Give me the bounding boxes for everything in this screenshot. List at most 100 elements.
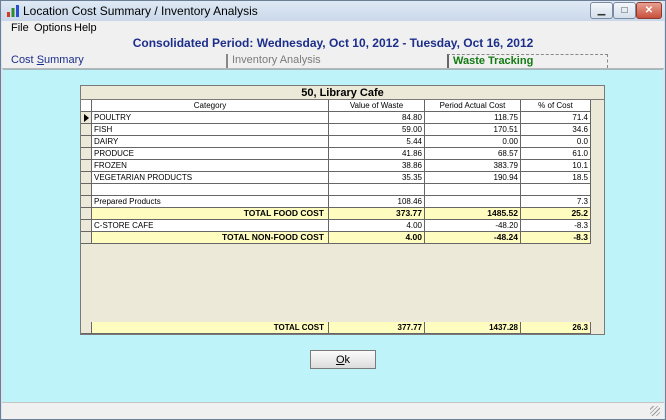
tab-cost-summary[interactable]: Cost Summary	[11, 54, 84, 68]
header-value-of-waste[interactable]: Value of Waste	[329, 100, 425, 112]
maximize-button[interactable]: □	[613, 2, 636, 19]
tab-cost-summary-prefix: Cost	[11, 54, 37, 66]
table-row[interactable]: POULTRY 84.80 118.75 71.4	[81, 112, 591, 124]
table-title: 50, Library Cafe	[81, 86, 604, 100]
row-pct: 7.3	[521, 196, 591, 208]
row-selector[interactable]	[81, 148, 92, 160]
table-row[interactable]: PRODUCE 41.86 68.57 61.0	[81, 148, 591, 160]
grand-total-waste: 377.77	[329, 322, 425, 334]
row-category: C-STORE CAFE	[92, 220, 329, 232]
row-actual: 68.57	[425, 148, 521, 160]
row-selector[interactable]	[81, 322, 92, 334]
row-category: FROZEN	[92, 160, 329, 172]
row-selector[interactable]	[81, 232, 92, 244]
period-label: Consolidated Period: Wednesday, Oct 10, …	[132, 36, 534, 50]
menu-options[interactable]: Options	[34, 22, 72, 34]
row-actual: 170.51	[425, 124, 521, 136]
content-area: 50, Library Cafe Category Value of Waste…	[3, 69, 663, 402]
menu-file[interactable]: File	[11, 22, 29, 34]
table-row[interactable]: DAIRY 5.44 0.00 0.0	[81, 136, 591, 148]
row-category: POULTRY	[92, 112, 329, 124]
period-header: Consolidated Period: Wednesday, Oct 10, …	[2, 35, 664, 53]
total-non-food-cost-row[interactable]: TOTAL NON-FOOD COST 4.00 -48.24 -8.3	[81, 232, 591, 244]
total-food-cost-row[interactable]: TOTAL FOOD COST 373.77 1485.52 25.2	[81, 208, 591, 220]
grand-total-actual: 1437.28	[425, 322, 521, 334]
table-row[interactable]: FISH 59.00 170.51 34.6	[81, 124, 591, 136]
row-selector[interactable]	[81, 208, 92, 220]
row-actual: 190.94	[425, 172, 521, 184]
grand-total-label: TOTAL COST	[92, 322, 329, 334]
row-waste	[329, 184, 425, 196]
row-waste: 373.77	[329, 208, 425, 220]
menu-bar: File Options Help	[2, 21, 664, 35]
row-waste: 5.44	[329, 136, 425, 148]
row-pct	[521, 184, 591, 196]
row-category: TOTAL FOOD COST	[92, 208, 329, 220]
tab-inventory-analysis[interactable]: Inventory Analysis	[226, 54, 321, 68]
ok-accel: O	[335, 354, 345, 366]
main-window: Location Cost Summary / Inventory Analys…	[0, 0, 666, 420]
row-selector[interactable]	[81, 160, 92, 172]
close-icon: ✕	[644, 5, 654, 16]
row-actual: 118.75	[425, 112, 521, 124]
row-waste: 59.00	[329, 124, 425, 136]
row-actual: 0.00	[425, 136, 521, 148]
header-pct-of-cost[interactable]: % of Cost	[521, 100, 591, 112]
grand-total-row[interactable]: TOTAL COST 377.77 1437.28 26.3	[81, 322, 591, 334]
row-category: DAIRY	[92, 136, 329, 148]
tab-waste-tracking[interactable]: Waste Tracking	[447, 54, 609, 68]
row-pct: 71.4	[521, 112, 591, 124]
title-bar[interactable]: Location Cost Summary / Inventory Analys…	[1, 1, 665, 21]
maximize-icon: □	[621, 5, 628, 16]
ok-button[interactable]: Ok	[310, 350, 376, 369]
row-pct: -8.3	[521, 232, 591, 244]
row-category	[92, 184, 329, 196]
row-selector[interactable]	[81, 172, 92, 184]
row-actual	[425, 184, 521, 196]
header-period-actual-cost[interactable]: Period Actual Cost	[425, 100, 521, 112]
close-button[interactable]: ✕	[636, 2, 662, 19]
row-category: Prepared Products	[92, 196, 329, 208]
table-row[interactable]: VEGETARIAN PRODUCTS 35.35 190.94 18.5	[81, 172, 591, 184]
tab-bar: Cost Summary Inventory Analysis Waste Tr…	[2, 53, 664, 69]
header-row-selector	[81, 100, 92, 112]
row-pct: 18.5	[521, 172, 591, 184]
row-selector[interactable]	[81, 196, 92, 208]
row-pct: -8.3	[521, 220, 591, 232]
row-category: PRODUCE	[92, 148, 329, 160]
tab-cost-summary-suffix: ummary	[44, 54, 84, 66]
resize-grip-icon[interactable]	[650, 406, 660, 416]
row-actual: -48.20	[425, 220, 521, 232]
waste-table: 50, Library Cafe Category Value of Waste…	[80, 85, 605, 335]
app-icon	[7, 5, 19, 17]
grand-total-pct: 26.3	[521, 322, 591, 334]
table-row[interactable]: FROZEN 38.86 383.79 10.1	[81, 160, 591, 172]
header-category[interactable]: Category	[92, 100, 329, 112]
ok-rest: k	[344, 354, 351, 366]
row-category: VEGETARIAN PRODUCTS	[92, 172, 329, 184]
row-selector[interactable]	[81, 220, 92, 232]
row-waste: 4.00	[329, 220, 425, 232]
row-pct: 34.6	[521, 124, 591, 136]
table-row[interactable]: C-STORE CAFE 4.00 -48.20 -8.3	[81, 220, 591, 232]
row-actual	[425, 196, 521, 208]
row-selector[interactable]	[81, 124, 92, 136]
tab-cost-summary-accel: S	[36, 54, 45, 66]
row-waste: 35.35	[329, 172, 425, 184]
row-selector[interactable]	[81, 184, 92, 196]
window-title: Location Cost Summary / Inventory Analys…	[23, 4, 258, 18]
menu-help[interactable]: Help	[74, 22, 97, 34]
table-row-blank[interactable]	[81, 184, 591, 196]
row-waste: 84.80	[329, 112, 425, 124]
current-row-pointer-icon	[84, 114, 89, 122]
minimize-button[interactable]: ▁	[590, 2, 613, 19]
row-waste: 41.86	[329, 148, 425, 160]
row-pct: 10.1	[521, 160, 591, 172]
row-waste: 108.46	[329, 196, 425, 208]
row-category: FISH	[92, 124, 329, 136]
row-selector[interactable]	[81, 136, 92, 148]
table-row[interactable]: Prepared Products 108.46 7.3	[81, 196, 591, 208]
row-pct: 25.2	[521, 208, 591, 220]
row-actual: 383.79	[425, 160, 521, 172]
row-selector[interactable]	[81, 112, 92, 124]
